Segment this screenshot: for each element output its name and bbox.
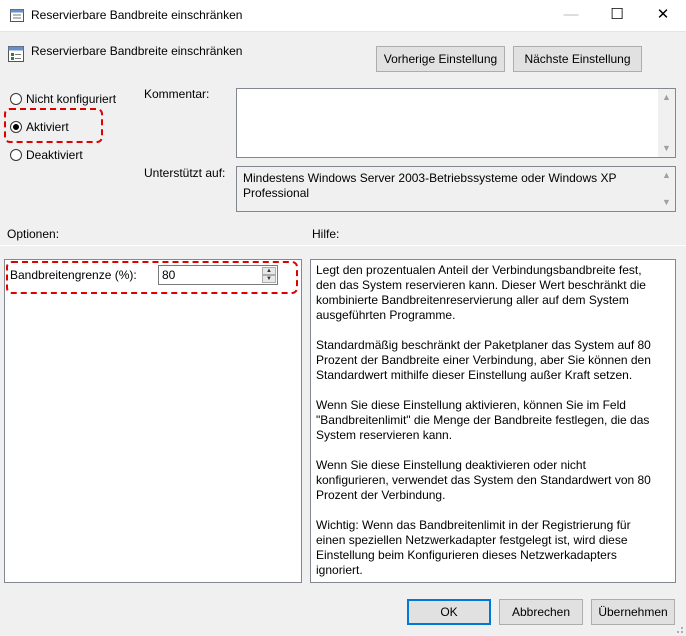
previous-setting-button[interactable]: Vorherige Einstellung: [376, 46, 505, 72]
comment-input[interactable]: ▲ ▼: [236, 88, 676, 158]
radio-circle[interactable]: [10, 149, 22, 161]
supported-scrollbar[interactable]: ▲ ▼: [658, 167, 675, 211]
highlight-bandwidth: [6, 261, 298, 294]
comment-scrollbar[interactable]: ▲ ▼: [658, 89, 675, 157]
setting-title: Reservierbare Bandbreite einschränken: [31, 44, 243, 58]
help-paragraph: Legt den prozentualen Anteil der Verbind…: [316, 263, 646, 322]
help-paragraph: Standardmäßig beschränkt der Paketplaner…: [316, 338, 651, 382]
help-paragraph: Wenn Sie diese Einstellung aktivieren, k…: [316, 398, 650, 442]
scroll-up-icon[interactable]: ▲: [658, 89, 675, 106]
options-label: Optionen:: [7, 227, 60, 241]
supported-text: Mindestens Windows Server 2003-Betriebss…: [243, 171, 617, 200]
scroll-down-icon[interactable]: ▼: [658, 194, 675, 211]
title-bar: Reservierbare Bandbreite einschränken — …: [0, 0, 686, 32]
radio-not-configured[interactable]: Nicht konfiguriert: [10, 92, 116, 106]
help-label: Hilfe:: [312, 227, 340, 241]
radio-disabled[interactable]: Deaktiviert: [10, 148, 83, 162]
radio-label: Deaktiviert: [26, 148, 83, 162]
help-paragraph: Wichtig: Wenn das Bandbreitenlimit in de…: [316, 518, 631, 577]
divider: [0, 245, 686, 246]
resize-grip-icon[interactable]: [672, 622, 684, 634]
maximize-button[interactable]: ☐: [594, 0, 640, 31]
minimize-button[interactable]: —: [548, 0, 594, 31]
help-paragraph: Wenn Sie diese Einstellung deaktivieren …: [316, 458, 651, 502]
radio-label: Nicht konfiguriert: [26, 92, 117, 106]
cancel-button[interactable]: Abbrechen: [499, 599, 583, 625]
window-title: Reservierbare Bandbreite einschränken: [31, 8, 243, 22]
policy-setting-icon: [8, 46, 24, 62]
ok-button[interactable]: OK: [407, 599, 491, 625]
help-panel: Legt den prozentualen Anteil der Verbind…: [310, 259, 676, 583]
scroll-up-icon[interactable]: ▲: [658, 167, 675, 184]
next-setting-button[interactable]: Nächste Einstellung: [513, 46, 642, 72]
radio-circle[interactable]: [10, 93, 22, 105]
comment-label: Kommentar:: [144, 87, 210, 101]
scroll-down-icon[interactable]: ▼: [658, 140, 675, 157]
highlight-enabled: [4, 108, 103, 143]
help-text: Legt den prozentualen Anteil der Verbind…: [316, 263, 661, 582]
supported-label: Unterstützt auf:: [144, 166, 226, 180]
apply-button[interactable]: Übernehmen: [591, 599, 675, 625]
policy-window-icon: [10, 9, 24, 22]
options-panel: [4, 259, 302, 583]
supported-box: Mindestens Windows Server 2003-Betriebss…: [236, 166, 676, 212]
close-button[interactable]: ✕: [640, 0, 686, 31]
